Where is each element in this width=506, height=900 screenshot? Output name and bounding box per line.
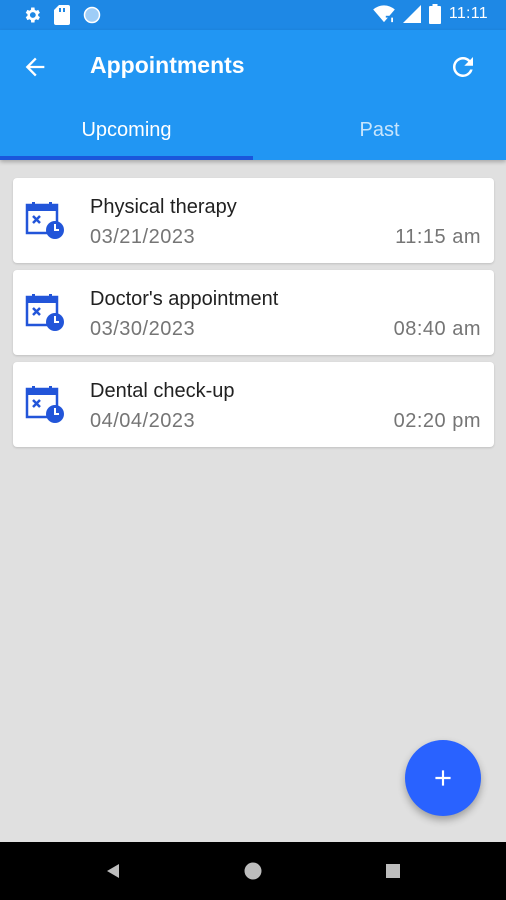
calendar-clock-icon bbox=[25, 294, 64, 331]
status-bar: 11:11 bbox=[0, 0, 506, 30]
nav-recents-button[interactable] bbox=[378, 856, 408, 886]
tab-bar: Upcoming Past bbox=[0, 112, 506, 160]
recents-square-icon bbox=[386, 864, 400, 878]
tab-indicator bbox=[0, 156, 253, 160]
arrow-back-icon bbox=[25, 57, 45, 77]
appointment-date: 03/21/2023 bbox=[90, 226, 196, 248]
plus-icon bbox=[435, 770, 451, 786]
nav-home-button[interactable] bbox=[238, 856, 268, 886]
appointment-title: Physical therapy bbox=[90, 196, 237, 218]
status-time: 11:11 bbox=[448, 5, 488, 22]
tab-past[interactable]: Past bbox=[253, 112, 506, 160]
appointment-card[interactable]: Doctor's appointment 03/30/2023 08:40 am bbox=[13, 270, 494, 355]
appointment-title: Doctor's appointment bbox=[90, 288, 279, 310]
tab-upcoming[interactable]: Upcoming bbox=[0, 112, 253, 160]
refresh-icon bbox=[452, 56, 473, 77]
appointment-title: Dental check-up bbox=[90, 380, 235, 402]
app-bar: Appointments Upcoming Past bbox=[0, 30, 506, 160]
nav-back-button[interactable] bbox=[98, 856, 128, 886]
appointment-card[interactable]: Physical therapy 03/21/2023 11:15 am bbox=[13, 178, 494, 263]
signal-icon bbox=[402, 5, 421, 23]
refresh-button[interactable] bbox=[446, 50, 480, 84]
home-circle-icon bbox=[244, 862, 262, 880]
appointment-date: 04/04/2023 bbox=[90, 410, 196, 432]
calendar-clock-icon bbox=[25, 202, 64, 239]
appointment-date: 03/30/2023 bbox=[90, 318, 196, 340]
appointment-time: 11:15 am bbox=[395, 226, 481, 248]
back-triangle-icon bbox=[107, 864, 119, 878]
back-button[interactable] bbox=[18, 50, 52, 84]
appointment-time: 02:20 pm bbox=[393, 410, 481, 432]
appointment-list: Physical therapy 03/21/2023 11:15 am Doc… bbox=[13, 178, 494, 454]
system-nav-bar bbox=[0, 842, 506, 900]
add-appointment-button[interactable] bbox=[405, 740, 481, 816]
calendar-clock-icon bbox=[25, 386, 64, 423]
battery-icon bbox=[428, 4, 441, 24]
tab-upcoming-label: Upcoming bbox=[81, 118, 172, 141]
settings-icon bbox=[25, 7, 40, 23]
sim-card-icon bbox=[54, 5, 70, 25]
screen: 11:11 Appointments Upcoming Past Physica… bbox=[0, 0, 506, 900]
circle-icon bbox=[83, 6, 101, 24]
appointment-time: 08:40 am bbox=[393, 318, 481, 340]
tab-past-label: Past bbox=[359, 118, 400, 141]
status-left bbox=[22, 5, 102, 25]
page-title: Appointments bbox=[90, 52, 245, 78]
status-right: 11:11 bbox=[373, 4, 488, 24]
appointment-card[interactable]: Dental check-up 04/04/2023 02:20 pm bbox=[13, 362, 494, 447]
wifi-icon bbox=[373, 5, 395, 23]
